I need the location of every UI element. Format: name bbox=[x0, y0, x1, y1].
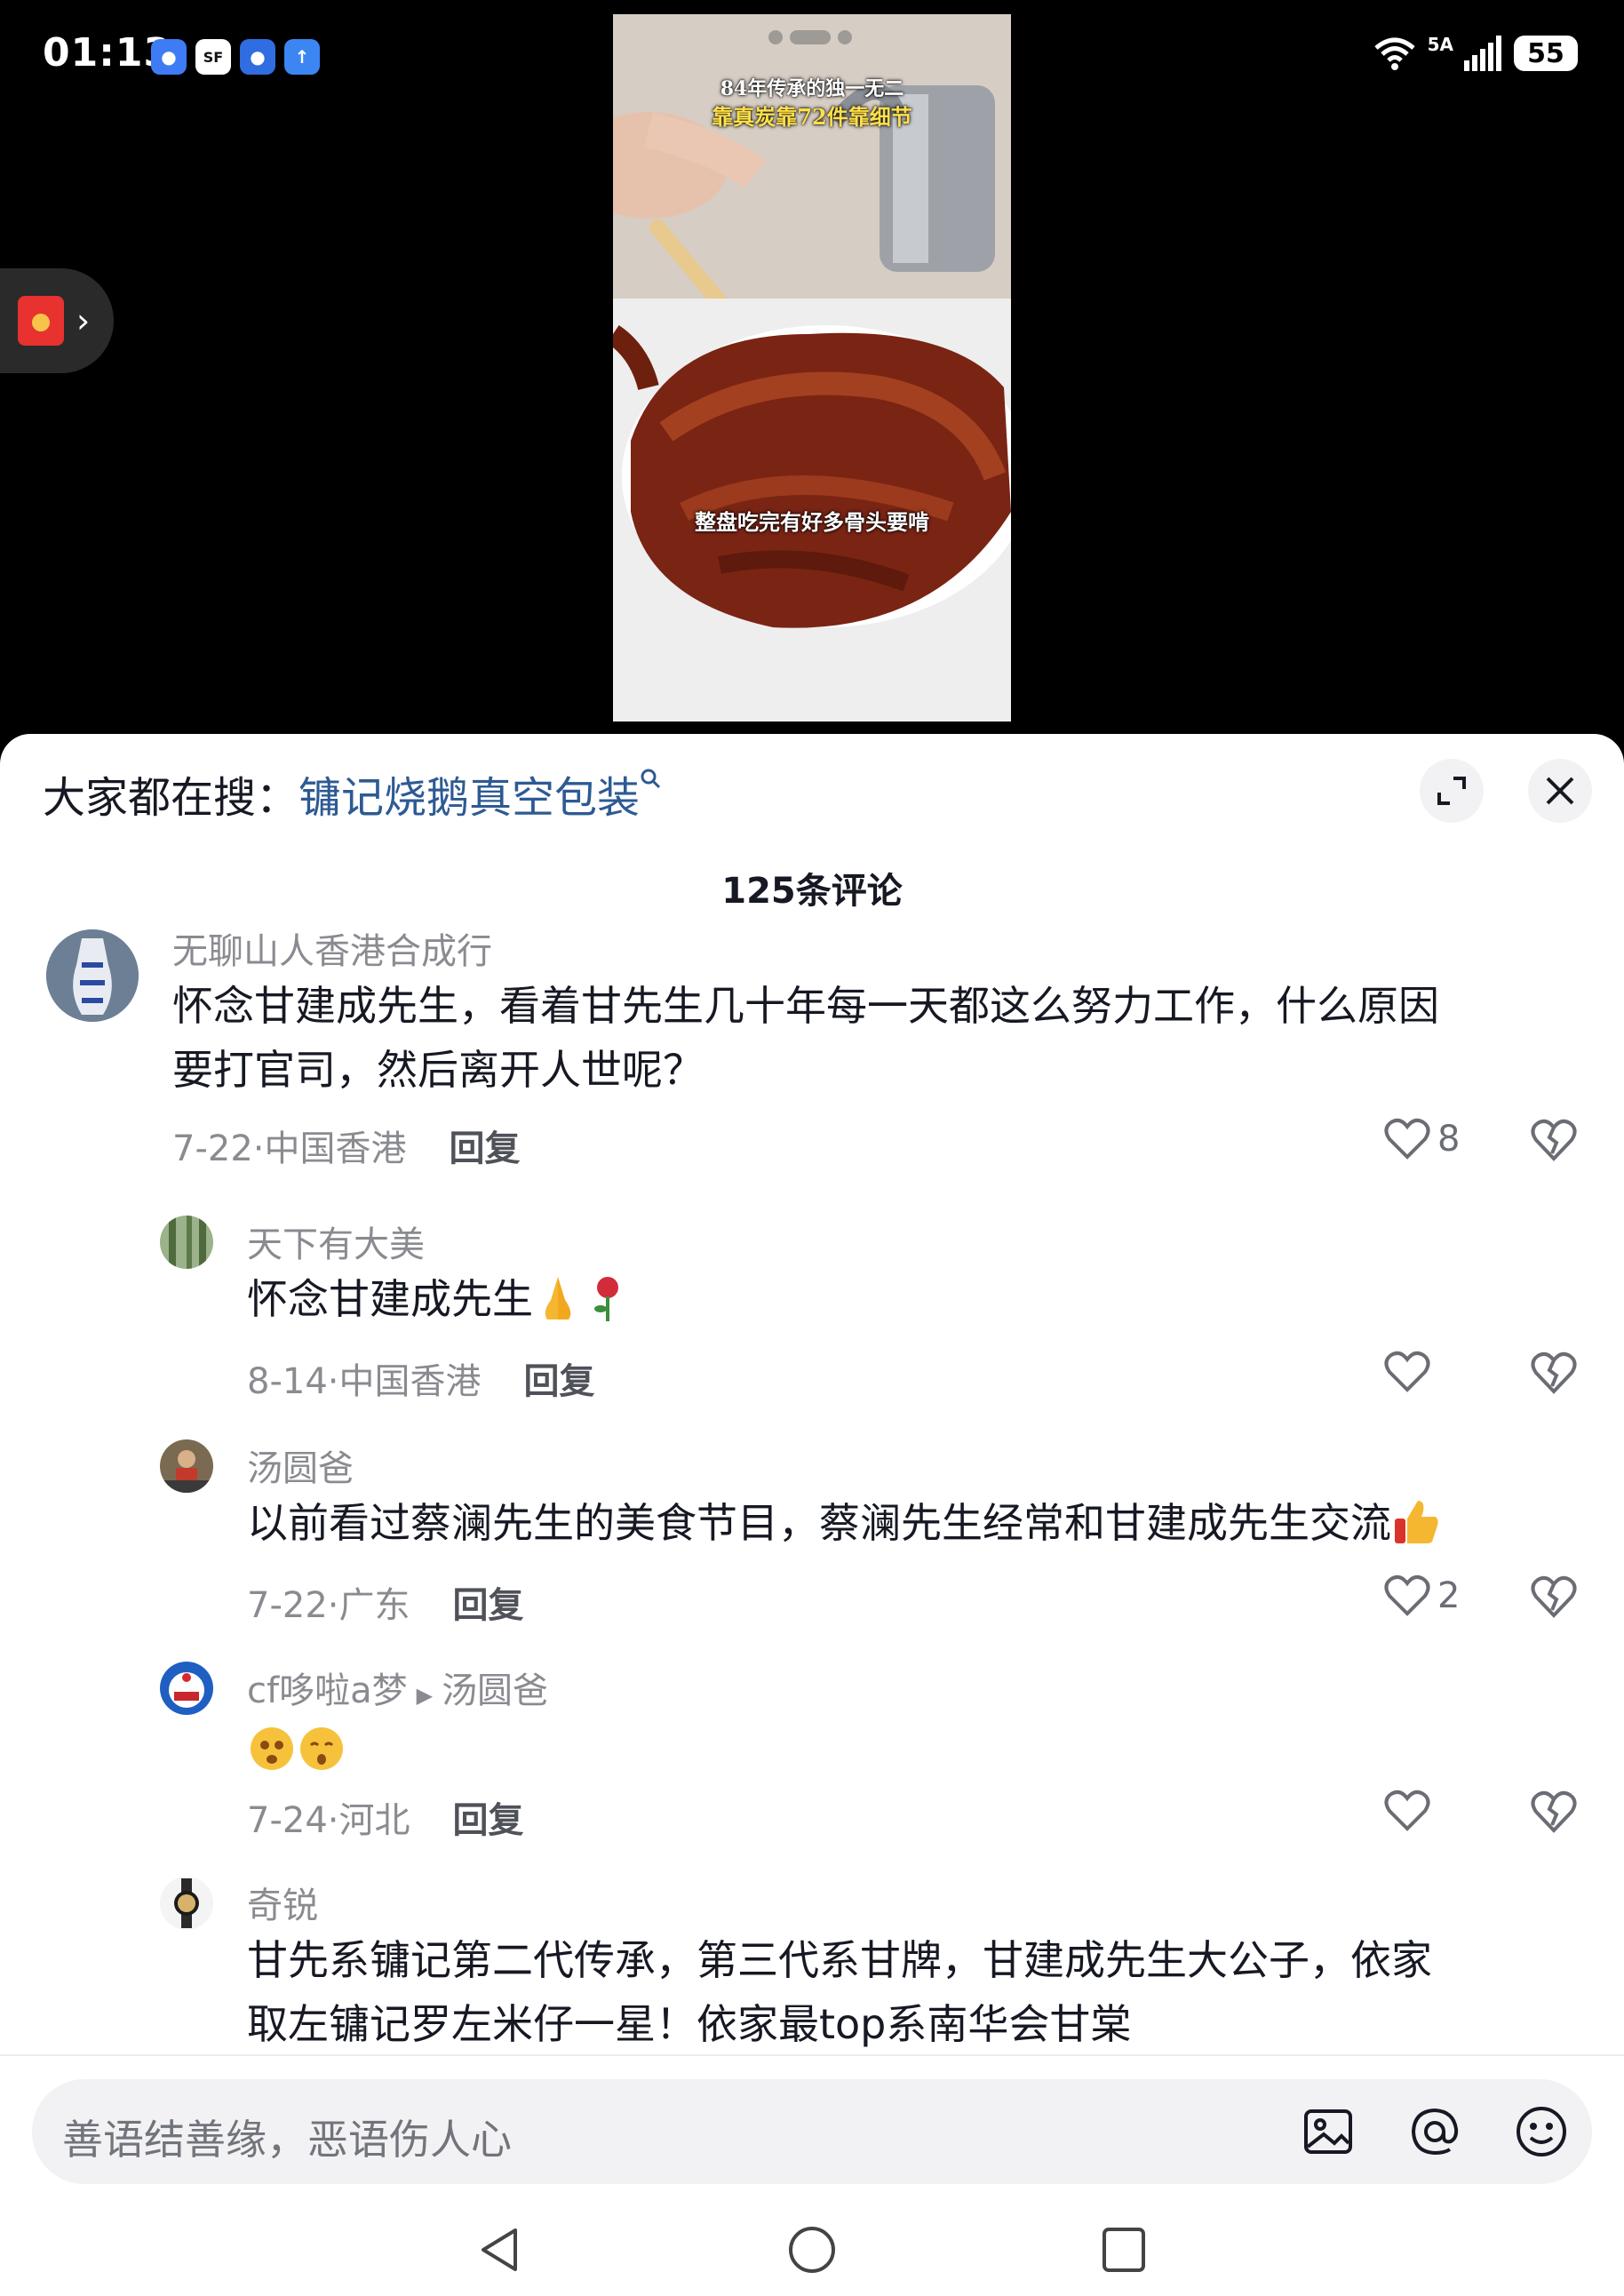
comment-date-location: 7-22·广东 bbox=[247, 1585, 410, 1626]
comment-sheet: 大家都在搜： 镛记烧鹅真空包装 125条评论 无聊山人香港合成行 怀念甘建成先生… bbox=[0, 734, 1624, 2296]
comment-meta: 8-14·中国香港 回复 bbox=[247, 1352, 595, 1404]
message-app-icon: ● bbox=[151, 39, 187, 75]
back-icon[interactable] bbox=[476, 2225, 521, 2275]
mention-icon[interactable] bbox=[1405, 2102, 1464, 2161]
comment-text: 甘先系镛记第二代传承，第三代系甘牌，甘建成先生大公子，依家 bbox=[247, 1936, 1432, 1984]
emoji-icon[interactable] bbox=[1512, 2102, 1571, 2161]
dislike-button[interactable] bbox=[1530, 1118, 1578, 1162]
close-icon bbox=[1546, 777, 1574, 805]
video-subtitle: 整盘吃完有好多骨头要啃 bbox=[695, 509, 929, 535]
reply-button[interactable]: 回复 bbox=[450, 1120, 521, 1171]
comment-text: 以前看过蔡澜先生的美食节目，蔡澜先生经常和甘建成先生交流 bbox=[247, 1491, 1441, 1555]
video-drag-handle[interactable] bbox=[768, 30, 852, 44]
image-icon[interactable] bbox=[1299, 2102, 1357, 2161]
comment-meta: 7-22·广东 回复 bbox=[247, 1576, 524, 1628]
recent-apps-icon[interactable] bbox=[1100, 2225, 1148, 2275]
comment-author[interactable]: 汤圆爸 bbox=[247, 1439, 354, 1491]
reply-button[interactable]: 回复 bbox=[453, 1791, 524, 1843]
heart-icon bbox=[1384, 1118, 1430, 1160]
like-button[interactable] bbox=[1384, 1351, 1437, 1393]
system-indicators: 5A 55 bbox=[1373, 34, 1578, 73]
comment-text: 怀念甘建成先生，看着甘先生几十年每一天都这么努力工作，什么原因 bbox=[172, 982, 1439, 1030]
close-button[interactable] bbox=[1528, 759, 1592, 823]
like-count: 8 bbox=[1437, 1119, 1461, 1160]
heart-icon bbox=[1384, 1575, 1430, 1616]
like-button[interactable]: 8 bbox=[1384, 1118, 1460, 1160]
comment-input[interactable]: 善语结善缘，恶语伤人心 bbox=[32, 2079, 1592, 2184]
red-envelope-icon bbox=[18, 296, 64, 346]
dislike-button[interactable] bbox=[1530, 1575, 1578, 1619]
signal-icon bbox=[1464, 36, 1501, 71]
avatar[interactable] bbox=[160, 1439, 213, 1493]
reply-button[interactable]: 回复 bbox=[524, 1352, 595, 1404]
comment-date-location: 7-22·中国香港 bbox=[172, 1128, 407, 1169]
comment-author-line: cf哆啦a梦 ▶ 汤圆爸 bbox=[247, 1662, 548, 1713]
reply-target[interactable]: 汤圆爸 bbox=[442, 1670, 548, 1711]
reply-arrow-icon: ▶ bbox=[416, 1683, 434, 1708]
comment-author[interactable]: cf哆啦a梦 bbox=[247, 1670, 408, 1711]
reply-button[interactable]: 回复 bbox=[453, 1576, 524, 1628]
comment-input-placeholder: 善语结善缘，恶语伤人心 bbox=[62, 2116, 512, 2164]
dislike-button[interactable] bbox=[1530, 1351, 1578, 1395]
dislike-button[interactable] bbox=[1530, 1790, 1578, 1834]
comment-text-body: 以前看过蔡澜先生的美食节目，蔡澜先生经常和甘建成先生交流 bbox=[247, 1499, 1391, 1547]
comment-text-cont: 取左镛记罗左米仔一星！依家最top系南华会甘棠 bbox=[247, 2000, 1132, 2048]
comment-author[interactable]: 奇锐 bbox=[247, 1877, 318, 1928]
comment-text bbox=[247, 1713, 346, 1777]
tired-face-emoji-icon bbox=[300, 1726, 343, 1770]
expand-icon bbox=[1437, 777, 1466, 805]
comment-text-cont: 要打官司，然后离开人世呢？ bbox=[172, 1046, 704, 1094]
avatar[interactable] bbox=[160, 1877, 213, 1930]
pray-emoji-icon bbox=[545, 1276, 571, 1319]
comment-author[interactable]: 天下有大美 bbox=[247, 1216, 425, 1267]
comment-text-body: 怀念甘建成先生 bbox=[247, 1275, 533, 1323]
comment-text: 怀念甘建成先生 bbox=[247, 1267, 633, 1331]
upload-app-icon: ↑ bbox=[284, 39, 320, 75]
trending-search-label: 大家都在搜： bbox=[43, 773, 299, 823]
input-divider bbox=[0, 2054, 1624, 2056]
notification-icons: ● SF ● ↑ bbox=[151, 39, 320, 75]
dizzy-face-emoji-icon bbox=[251, 1726, 293, 1770]
system-nav-bar bbox=[0, 2212, 1624, 2296]
video-player[interactable]: 84年传承的独一无二 靠真炭靠72件靠细节 整盘吃完有好多骨头要啃 bbox=[613, 14, 1011, 721]
like-button[interactable] bbox=[1384, 1790, 1437, 1832]
comment-count-title: 125条评论 bbox=[721, 871, 903, 912]
heart-icon bbox=[1384, 1790, 1430, 1831]
like-button[interactable]: 2 bbox=[1384, 1575, 1460, 1617]
video-caption-highlight: 靠真炭靠72件靠细节 bbox=[712, 104, 912, 130]
user-app-icon: ● bbox=[240, 39, 275, 75]
sf-express-icon: SF bbox=[195, 39, 231, 75]
trending-search-link[interactable]: 镛记烧鹅真空包装 bbox=[299, 762, 640, 825]
search-icon bbox=[640, 768, 663, 797]
wifi-icon bbox=[1373, 37, 1415, 70]
avatar[interactable] bbox=[160, 1662, 213, 1715]
chevron-right-icon: › bbox=[76, 301, 91, 340]
avatar[interactable] bbox=[160, 1216, 213, 1269]
video-caption-top: 84年传承的独一无二 bbox=[720, 77, 904, 100]
red-packet-button[interactable]: › bbox=[0, 268, 114, 373]
battery-indicator: 55 bbox=[1514, 36, 1578, 71]
comment-meta: 7-22·中国香港 回复 bbox=[172, 1120, 521, 1171]
avatar[interactable] bbox=[46, 929, 139, 1022]
thumbs-up-emoji-icon bbox=[1395, 1500, 1438, 1543]
home-icon[interactable] bbox=[787, 2225, 837, 2275]
heart-icon bbox=[1384, 1351, 1430, 1392]
comment-date-location: 8-14·中国香港 bbox=[247, 1361, 482, 1402]
comment-date-location: 7-24·河北 bbox=[247, 1800, 410, 1841]
comment-author[interactable]: 无聊山人香港合成行 bbox=[172, 922, 492, 974]
rose-emoji-icon bbox=[594, 1276, 618, 1321]
comment-meta: 7-24·河北 回复 bbox=[247, 1791, 524, 1843]
expand-button[interactable] bbox=[1420, 759, 1484, 823]
trending-search[interactable]: 大家都在搜： 镛记烧鹅真空包装 bbox=[43, 762, 663, 825]
like-count: 2 bbox=[1437, 1575, 1461, 1616]
network-type: 5A bbox=[1427, 34, 1453, 55]
